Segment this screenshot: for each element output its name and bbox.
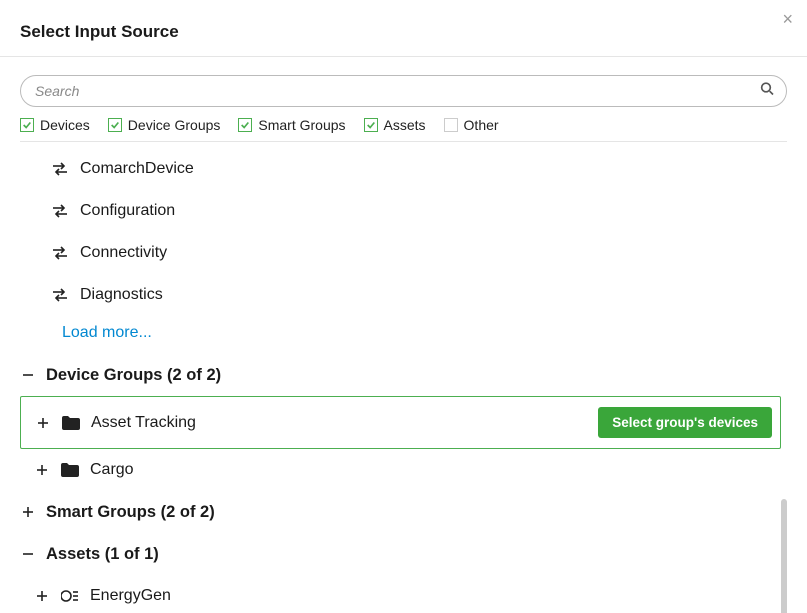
checkbox-icon: [444, 118, 458, 132]
group-label: Asset Tracking: [91, 414, 598, 432]
section-header-label: Smart Groups (2 of 2): [46, 503, 787, 522]
checkbox-icon: [364, 118, 378, 132]
section-device-groups[interactable]: Device Groups (2 of 2): [0, 354, 807, 396]
close-icon[interactable]: ×: [782, 10, 793, 28]
filter-label: Assets: [384, 117, 426, 133]
load-more-link[interactable]: Load more...: [0, 316, 807, 354]
collapse-icon[interactable]: [20, 548, 36, 560]
transfer-icon: [50, 162, 70, 176]
filter-assets[interactable]: Assets: [364, 117, 426, 133]
filter-other[interactable]: Other: [444, 117, 499, 133]
device-item[interactable]: Diagnostics: [0, 274, 807, 316]
group-item-cargo[interactable]: Cargo: [0, 449, 807, 491]
filter-bar: Devices Device Groups Smart Groups Asset…: [20, 117, 787, 142]
folder-icon: [61, 416, 81, 430]
device-label: Configuration: [80, 202, 787, 220]
transfer-icon: [50, 288, 70, 302]
transfer-icon: [50, 204, 70, 218]
modal-header: Select Input Source ×: [0, 0, 807, 57]
search-input[interactable]: [20, 75, 787, 107]
device-label: Diagnostics: [80, 286, 787, 304]
section-header-label: Assets (1 of 1): [46, 545, 787, 564]
modal-title: Select Input Source: [20, 22, 179, 42]
select-input-source-modal: Select Input Source × Devices: [0, 0, 807, 613]
checkbox-icon: [238, 118, 252, 132]
asset-label: EnergyGen: [90, 587, 787, 605]
section-header-label: Device Groups (2 of 2): [46, 366, 787, 385]
collapse-icon[interactable]: [20, 369, 36, 381]
device-label: ComarchDevice: [80, 160, 787, 178]
folder-icon: [60, 463, 80, 477]
expand-icon[interactable]: [35, 417, 51, 429]
device-label: Connectivity: [80, 244, 787, 262]
scrollbar[interactable]: [781, 499, 787, 613]
checkbox-icon: [20, 118, 34, 132]
filter-label: Devices: [40, 117, 90, 133]
expand-icon[interactable]: [34, 590, 50, 602]
checkbox-icon: [108, 118, 122, 132]
group-label: Cargo: [90, 461, 787, 479]
search-wrap: [20, 75, 787, 107]
expand-icon[interactable]: [20, 506, 36, 518]
filter-label: Device Groups: [128, 117, 221, 133]
device-item[interactable]: Connectivity: [0, 232, 807, 274]
expand-icon[interactable]: [34, 464, 50, 476]
device-item[interactable]: ComarchDevice: [0, 148, 807, 190]
filter-label: Smart Groups: [258, 117, 345, 133]
controls-bar: Devices Device Groups Smart Groups Asset…: [0, 57, 807, 142]
asset-item[interactable]: EnergyGen: [0, 575, 807, 613]
search-icon[interactable]: [759, 81, 775, 102]
section-smart-groups[interactable]: Smart Groups (2 of 2): [0, 491, 807, 533]
device-item[interactable]: Configuration: [0, 190, 807, 232]
group-item-asset-tracking[interactable]: Asset Tracking Select group's devices: [20, 396, 781, 449]
section-assets[interactable]: Assets (1 of 1): [0, 533, 807, 575]
filter-device-groups[interactable]: Device Groups: [108, 117, 221, 133]
source-tree[interactable]: ComarchDevice Configuration Connectivity: [0, 142, 807, 613]
transfer-icon: [50, 246, 70, 260]
select-group-devices-button[interactable]: Select group's devices: [598, 407, 772, 438]
asset-icon: [60, 588, 80, 604]
filter-devices[interactable]: Devices: [20, 117, 90, 133]
filter-smart-groups[interactable]: Smart Groups: [238, 117, 345, 133]
filter-label: Other: [464, 117, 499, 133]
